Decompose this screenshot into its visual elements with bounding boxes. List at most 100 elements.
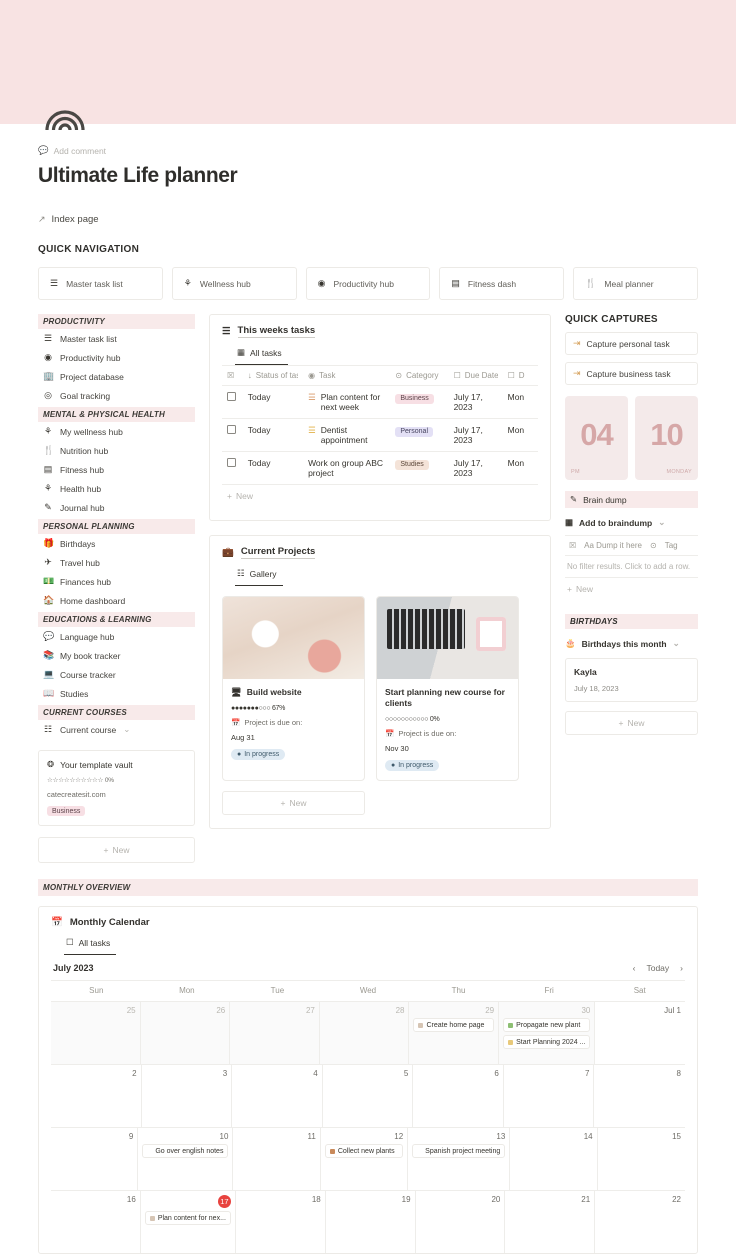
calendar-event[interactable]: Start Planning 2024 ...	[503, 1035, 591, 1049]
calendar-day-cell[interactable]: 28	[319, 1002, 410, 1064]
rainbow-icon[interactable]	[44, 104, 86, 130]
sidebar-item-current-course[interactable]: ☷ Current course ⌄	[38, 720, 195, 739]
calendar-day-cell[interactable]: 22	[595, 1191, 685, 1253]
sidebar-item-my-wellness-hub[interactable]: ⚘ My wellness hub	[38, 422, 195, 441]
chevron-down-icon[interactable]: ⌄	[123, 724, 130, 735]
sidebar-item-journal-hub[interactable]: ✎ Journal hub	[38, 498, 195, 517]
sidebar-item-home-dashboard[interactable]: 🏠 Home dashboard	[38, 591, 195, 610]
calendar-day-cell[interactable]: 19	[326, 1191, 416, 1253]
tasks-title-row[interactable]: ☰ This weeks tasks	[222, 325, 538, 338]
row-checkbox[interactable]	[222, 418, 243, 452]
table-row[interactable]: Today ☰ Plan content for next week Busine…	[222, 385, 538, 419]
table-row[interactable]: Today Work on group ABC project Studies …	[222, 451, 538, 484]
calendar-event[interactable]: Spanish project meeting	[412, 1144, 506, 1158]
project-card-new-course[interactable]: Start planning new course for clients ○○…	[376, 596, 519, 782]
calendar-day-cell[interactable]: 25	[51, 1002, 141, 1064]
calendar-day-cell[interactable]: 2	[51, 1065, 142, 1127]
calendar-day-cell[interactable]: 9	[51, 1128, 139, 1190]
calendar-day-cell[interactable]: 16	[51, 1191, 141, 1253]
th-status-of-task[interactable]: ↓Status of task	[242, 365, 304, 386]
calendar-event[interactable]: Create home page	[413, 1018, 495, 1032]
braindump-new-button[interactable]: + New	[565, 577, 698, 600]
capture-business-task-button[interactable]: ⇥ Capture business task	[565, 362, 698, 385]
sidebar-item-course-tracker[interactable]: 💻 Course tracker	[38, 665, 195, 684]
calendar-day-cell[interactable]: 27	[230, 1002, 320, 1064]
project-card-build-website[interactable]: 🖥 Build website ●●●●●●●○○○ 67% 📅 Project…	[222, 596, 365, 782]
brain-dump-heading-row[interactable]: ✎ Brain dump	[565, 491, 698, 508]
checkbox-icon[interactable]: ☒	[569, 541, 576, 550]
chevron-right-icon[interactable]: ›	[680, 963, 683, 973]
checkbox-icon[interactable]	[227, 392, 236, 401]
quicknav-wellness-hub[interactable]: ⚘ Wellness hub	[171, 267, 297, 300]
calendar-day-cell[interactable]: 20	[416, 1191, 506, 1253]
calendar-event[interactable]: Go over english notes	[142, 1144, 229, 1158]
calendar-day-cell[interactable]: 7	[504, 1065, 595, 1127]
calendar-day-cell[interactable]: 3	[142, 1065, 233, 1127]
calendar-event[interactable]: Plan content for nex...	[144, 1211, 231, 1225]
th-category[interactable]: ⊙ Category	[390, 365, 449, 386]
table-row[interactable]: Today ☰ Dentist appointment Personal July…	[222, 418, 538, 452]
calendar-event[interactable]: Propagate new plant	[503, 1018, 591, 1032]
calendar-day-cell[interactable]: 8	[594, 1065, 685, 1127]
th-task[interactable]: ◉ Task	[303, 365, 391, 386]
calendar-day-cell[interactable]: 17 Plan content for nex...	[141, 1191, 236, 1253]
calendar-day-cell[interactable]: 18	[236, 1191, 326, 1253]
sidebar-new-button[interactable]: + New	[38, 837, 195, 863]
calendar-day-cell[interactable]: 4	[232, 1065, 323, 1127]
sidebar-item-language-hub[interactable]: 💬 Language hub	[38, 627, 195, 646]
calendar-title-row[interactable]: 📅 Monthly Calendar	[51, 917, 685, 928]
quicknav-fitness-dash[interactable]: ▤ Fitness dash	[439, 267, 565, 300]
calendar-day-cell[interactable]: 5	[323, 1065, 414, 1127]
th-due-date[interactable]: ☐ Due Date	[448, 365, 503, 386]
checkbox-icon[interactable]	[227, 425, 236, 434]
template-vault-card[interactable]: ❂ Your template vault ☆☆☆☆☆☆☆☆☆☆ 0% cate…	[38, 750, 195, 826]
calendar-day-cell[interactable]: 14	[510, 1128, 598, 1190]
chevron-down-icon[interactable]: ⌄	[658, 517, 665, 528]
calendar-day-cell[interactable]: Jul 1	[595, 1002, 685, 1064]
projects-new-button[interactable]: + New	[222, 791, 365, 816]
sidebar-item-birthdays[interactable]: 🎁 Birthdays	[38, 534, 195, 553]
calendar-day-cell[interactable]: 29 Create home page	[409, 1002, 500, 1064]
capture-personal-task-button[interactable]: ⇥ Capture personal task	[565, 332, 698, 355]
quicknav-meal-planner[interactable]: 🍴 Meal planner	[573, 267, 698, 300]
calendar-day-cell[interactable]: 12 Collect new plants	[321, 1128, 409, 1190]
calendar-day-cell[interactable]: 26	[140, 1002, 231, 1064]
sidebar-item-nutrition-hub[interactable]: 🍴 Nutrition hub	[38, 441, 195, 460]
sidebar-item-goal-tracking[interactable]: ◎ Goal tracking	[38, 386, 195, 405]
calendar-day-cell[interactable]: 30 Propagate new plant Start Planning 2024…	[499, 1002, 596, 1064]
row-checkbox[interactable]	[222, 385, 243, 419]
sidebar-item-studies[interactable]: 📖 Studies	[38, 684, 195, 703]
calendar-day-cell[interactable]: 15	[598, 1128, 685, 1190]
sidebar-item-my-book-tracker[interactable]: 📚 My book tracker	[38, 646, 195, 665]
projects-title-row[interactable]: 💼 Current Projects	[222, 546, 538, 559]
th-tag[interactable]: Tag	[665, 541, 678, 550]
tab-all-tasks-calendar[interactable]: ☐ All tasks	[64, 937, 117, 955]
vault-url[interactable]: catecreatesit.com	[47, 790, 186, 799]
birthdays-new-button[interactable]: + New	[565, 711, 698, 735]
birthday-card[interactable]: Kayla July 18, 2023	[565, 658, 698, 702]
sidebar-item-health-hub[interactable]: ⚘ Health hub	[38, 479, 195, 498]
sidebar-item-finances-hub[interactable]: 💵 Finances hub	[38, 572, 195, 591]
tab-gallery[interactable]: ☷ Gallery	[235, 568, 283, 586]
checkbox-icon[interactable]	[227, 458, 236, 467]
calendar-day-cell[interactable]: 21	[505, 1191, 596, 1253]
add-to-braindump-row[interactable]: ▦ Add to braindump ⌄	[565, 517, 698, 528]
sidebar-item-fitness-hub[interactable]: ▤ Fitness hub	[38, 460, 195, 479]
sidebar-item-master-task-list[interactable]: ☰ Master task list	[38, 329, 195, 348]
row-checkbox[interactable]	[222, 451, 243, 484]
birthdays-filter-row[interactable]: 🎂 Birthdays this month ⌄	[565, 638, 698, 649]
calendar-day-cell[interactable]: 10 Go over english notes	[138, 1128, 234, 1190]
tab-all-tasks[interactable]: ▦ All tasks	[235, 347, 288, 365]
calendar-day-cell[interactable]: 11	[233, 1128, 321, 1190]
tasks-new-row-button[interactable]: + New	[222, 484, 538, 507]
sidebar-item-productivity-hub[interactable]: ◉ Productivity hub	[38, 348, 195, 367]
th-checkbox[interactable]: ☒	[222, 365, 243, 386]
calendar-event[interactable]: Collect new plants	[324, 1144, 404, 1158]
chevron-left-icon[interactable]: ‹	[633, 963, 636, 973]
chevron-down-icon[interactable]: ⌄	[673, 638, 680, 649]
today-button[interactable]: Today	[646, 963, 669, 973]
th-day[interactable]: ☐ D	[502, 365, 538, 386]
quicknav-master-task-list[interactable]: ☰ Master task list	[38, 267, 163, 300]
th-dump-it-here[interactable]: Aa Dump it here	[584, 541, 642, 550]
calendar-day-cell[interactable]: 6	[413, 1065, 504, 1127]
